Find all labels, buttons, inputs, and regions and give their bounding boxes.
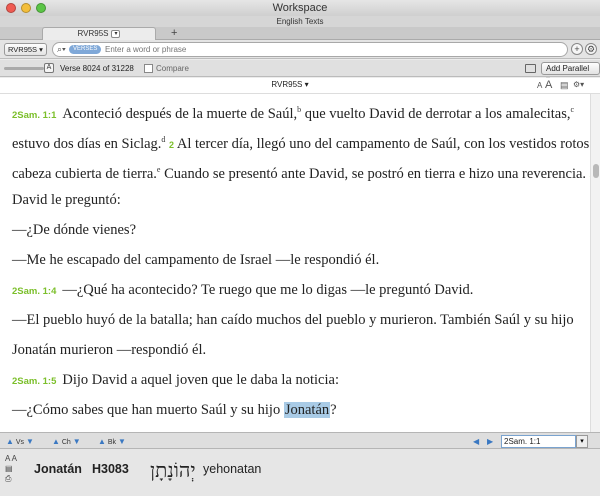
text-line: —Me he escapado del campamento de Israel… xyxy=(12,252,380,268)
verse-toolbar: A Verse 8024 of 31228 Compare Add Parall… xyxy=(0,60,600,84)
scrollbar-thumb[interactable] xyxy=(593,164,599,178)
verse-text: estuvo dos días en Siclag. xyxy=(12,135,162,152)
title-bar: Workspace xyxy=(0,0,600,16)
window-subtitle: English Texts xyxy=(0,16,600,27)
verse-text: Dijo David a aquel joven que le daba la … xyxy=(62,372,339,388)
add-tab-button[interactable]: + xyxy=(171,27,177,39)
font-size-slider[interactable] xyxy=(4,67,44,70)
verse-ref-2sam-1-4[interactable]: 2Sam. 1:4 xyxy=(12,286,56,297)
reference-dropdown-icon[interactable]: ▾ xyxy=(576,435,588,448)
forward-arrow-icon[interactable]: ▶ xyxy=(487,436,493,448)
close-window-button[interactable] xyxy=(6,3,16,13)
reference-input[interactable] xyxy=(501,435,576,448)
up-arrow-icon[interactable]: ▲ xyxy=(6,437,14,446)
text-line: 2Sam. 1:4 —¿Qué ha acontecido? Te ruego q… xyxy=(12,280,473,302)
verse-nav[interactable]: ▲ Vs ▼ xyxy=(6,436,34,448)
navigation-bar: ▲ Vs ▼ ▲ Ch ▼ ▲ Bk ▼ ◀ ▶ ▾ xyxy=(0,432,600,449)
verse-text: cabeza cubierta de tierra. xyxy=(12,165,157,182)
hebrew-word: יְהוֹנָתָן xyxy=(150,458,196,482)
text-line: 2Sam. 1:1 Aconteció después de la muerte … xyxy=(12,100,574,126)
compare-checkbox[interactable] xyxy=(144,64,153,73)
search-field[interactable]: ⌕▾ VERSES xyxy=(52,42,568,57)
info-pane: A A ▤ ⎙ Jonatán H3083 יְהוֹנָתָן yehonat… xyxy=(0,449,600,496)
pane-options-gear-icon[interactable]: ⚙▾ xyxy=(573,80,584,89)
verse-info: Verse 8024 of 31228 xyxy=(60,64,134,73)
tab-bar: RVR95S ▾ + xyxy=(0,27,600,40)
text-line: 2Sam. 1:5 Dijo David a aquel joven que le… xyxy=(12,370,339,392)
layout-icon[interactable] xyxy=(525,64,536,73)
bible-text-area[interactable]: 2Sam. 1:1 Aconteció después de la muerte … xyxy=(0,94,590,432)
info-word: Jonatán xyxy=(34,462,82,476)
window-title: Workspace xyxy=(272,2,328,14)
verse-text: —¿Cómo sabes que han muerto Saúl y su hi… xyxy=(12,402,284,418)
footnote-marker[interactable]: d xyxy=(161,135,165,144)
add-search-icon[interactable]: + xyxy=(571,43,583,55)
down-arrow-icon[interactable]: ▼ xyxy=(73,437,81,446)
pane-view-icon[interactable]: ▤ xyxy=(560,80,569,91)
text-line: —¿Cómo sabes que han muerto Saúl y su hi… xyxy=(12,400,337,420)
text-line: estuvo dos días en Siclag.d 2 Al tercer … xyxy=(12,130,590,155)
text-line: cabeza cubierta de tierra.e Cuando se pr… xyxy=(12,160,590,185)
search-options-gear-icon[interactable]: ⚙ xyxy=(585,43,597,55)
compare-label: Compare xyxy=(156,64,189,73)
text-line: David le preguntó: xyxy=(12,192,121,208)
workspace-window: Workspace English Texts RVR95S ▾ + RVR95S… xyxy=(0,0,600,496)
font-smaller-button[interactable]: A xyxy=(537,81,542,90)
scope-pill[interactable]: VERSES xyxy=(69,45,102,54)
verse-text: Aconteció después de la muerte de Saúl, xyxy=(62,105,298,122)
verse-ref-2sam-1-1[interactable]: 2Sam. 1:1 xyxy=(12,110,56,121)
info-document-icon[interactable]: ▤ xyxy=(5,464,13,473)
verse-text: Cuando se presentó ante David, se postró… xyxy=(160,165,587,182)
verse-number[interactable]: 2 xyxy=(169,140,174,150)
book-nav-label: Bk xyxy=(107,439,117,446)
strongs-number[interactable]: H3083 xyxy=(92,462,129,476)
tab-label: RVR95S xyxy=(77,29,109,38)
info-print-icon[interactable]: ⎙ xyxy=(5,474,11,483)
chapter-nav[interactable]: ▲ Ch ▼ xyxy=(52,436,81,448)
slider-label[interactable]: A xyxy=(44,63,54,73)
tab-rvr95s[interactable]: RVR95S ▾ xyxy=(42,27,156,40)
minimize-window-button[interactable] xyxy=(21,3,31,13)
search-toolbar: RVR95S ▾ ⌕▾ VERSES + ⚙ xyxy=(0,40,600,59)
transliteration: yehonatan xyxy=(203,462,262,476)
down-arrow-icon[interactable]: ▼ xyxy=(26,437,34,446)
pane-header: RVR95S ▾ A A ▤ ⚙▾ xyxy=(0,78,600,94)
module-select-button[interactable]: RVR95S ▾ xyxy=(4,43,47,56)
font-larger-button[interactable]: A xyxy=(545,79,552,91)
pane-module-title[interactable]: RVR95S ▾ xyxy=(0,80,580,89)
up-arrow-icon[interactable]: ▲ xyxy=(98,437,106,446)
text-line: Jonatán murieron —respondió él. xyxy=(12,342,207,358)
text-scrollbar[interactable] xyxy=(590,94,600,432)
search-input[interactable] xyxy=(105,44,545,55)
footnote-marker[interactable]: c xyxy=(570,105,574,114)
text-line: —El pueblo huyó de la batalla; han caído… xyxy=(12,312,574,328)
verse-text: —¿Qué ha acontecido? Te ruego que me lo … xyxy=(62,282,474,298)
up-arrow-icon[interactable]: ▲ xyxy=(52,437,60,446)
info-font-size-icon[interactable]: A A xyxy=(5,454,17,463)
verse-text: ? xyxy=(330,402,337,418)
highlighted-word[interactable]: Jonatán xyxy=(283,402,331,418)
tab-dropdown-icon[interactable]: ▾ xyxy=(111,29,121,38)
add-parallel-button[interactable]: Add Parallel ▾ xyxy=(541,62,600,84)
book-nav[interactable]: ▲ Bk ▼ xyxy=(98,436,126,448)
verse-text: Al tercer día, llegó uno del campamento … xyxy=(176,135,590,152)
text-line: —¿De dónde vienes? xyxy=(12,222,137,238)
verse-text: que vuelto David de derrotar a los amale… xyxy=(301,105,571,122)
search-icon[interactable]: ⌕▾ xyxy=(57,44,66,55)
chapter-nav-label: Ch xyxy=(61,439,71,446)
back-arrow-icon[interactable]: ◀ xyxy=(473,436,479,448)
zoom-window-button[interactable] xyxy=(36,3,46,13)
down-arrow-icon[interactable]: ▼ xyxy=(118,437,126,446)
info-side-tools[interactable]: A A ▤ ⎙ xyxy=(5,454,17,484)
verse-ref-2sam-1-5[interactable]: 2Sam. 1:5 xyxy=(12,376,56,387)
verse-nav-label: Vs xyxy=(15,439,25,446)
